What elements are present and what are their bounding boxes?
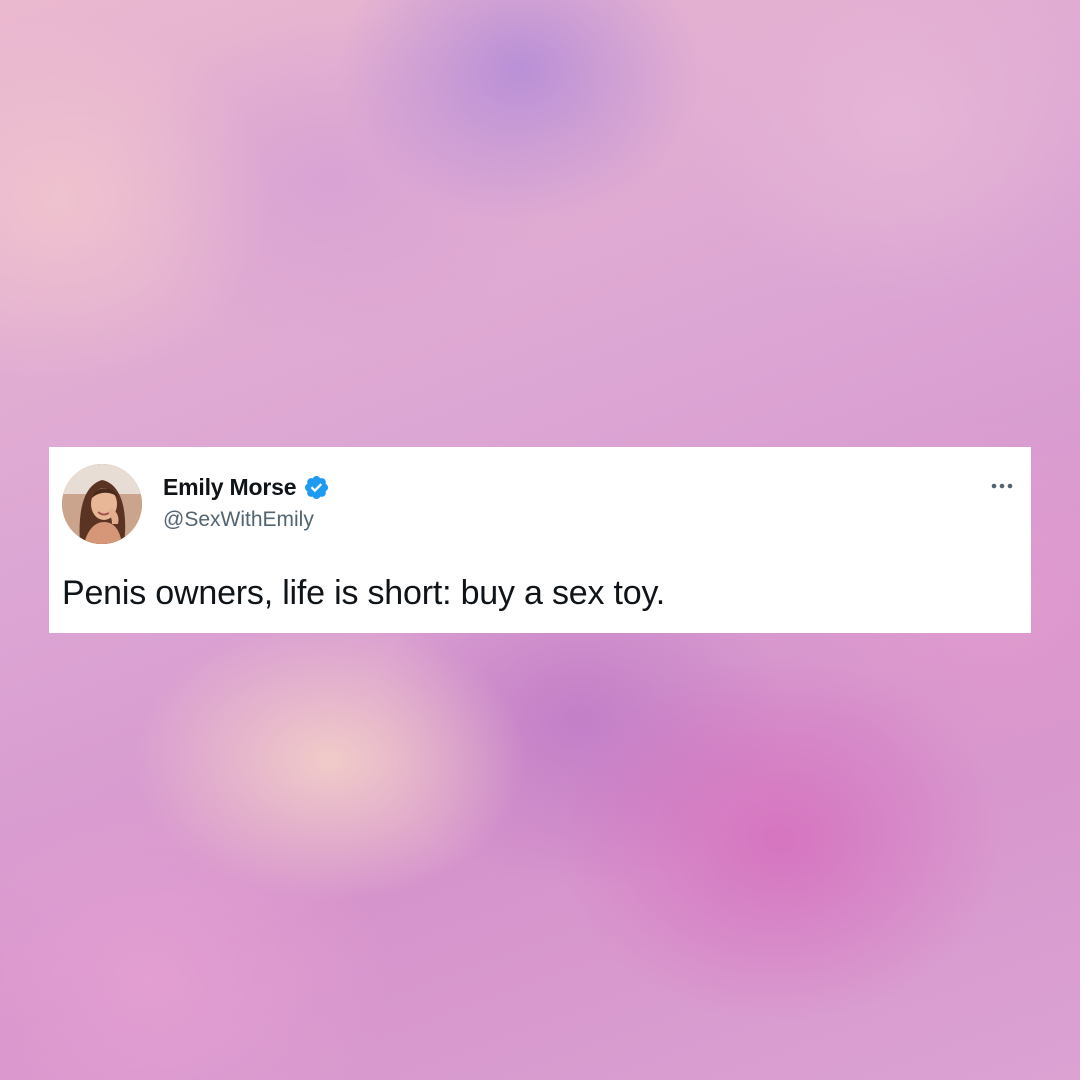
tweet-text: Penis owners, life is short: buy a sex t… — [62, 574, 666, 612]
tweet-card[interactable]: Emily Morse @SexWithEmily Penis owners, … — [49, 447, 1031, 633]
name-row: Emily Morse — [163, 473, 330, 501]
verified-badge-icon — [305, 475, 329, 499]
more-horizontal-icon[interactable] — [987, 476, 1017, 496]
display-name[interactable]: Emily Morse — [163, 474, 296, 501]
user-handle[interactable]: @SexWithEmily — [163, 508, 314, 532]
avatar[interactable] — [62, 464, 142, 544]
